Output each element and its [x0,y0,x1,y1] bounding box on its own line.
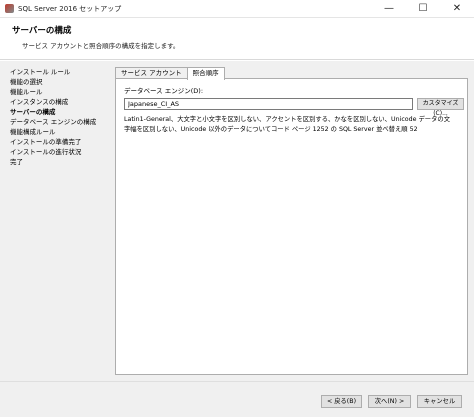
sidebar-item-feature-rules[interactable]: 機能ルール [0,87,108,97]
next-button[interactable]: 次へ(N) > [368,395,411,408]
sidebar-item-ready-to-install[interactable]: インストールの準備完了 [0,137,108,147]
window-title: SQL Server 2016 セットアップ [18,4,122,13]
sidebar-item-feature-selection[interactable]: 機能の選択 [0,77,108,87]
sidebar-item-complete[interactable]: 完了 [0,157,108,167]
minimize-button[interactable]: — [372,0,406,18]
collation-description-line: Latin1-General、大文字と小文字を区別しない、アクセントを区別する、… [124,116,450,123]
customize-button[interactable]: カスタマイズ(C)... [417,98,464,117]
cancel-button[interactable]: キャンセル [417,395,462,408]
db-engine-label: データベース エンジン(D): [124,87,204,95]
collation-field[interactable] [124,98,413,110]
maximize-button[interactable]: ☐ [406,0,440,18]
main-content: サービス アカウント 照合順序 データベース エンジン(D): カスタマイズ(C… [108,61,474,381]
page-title: サーバーの構成 [12,26,72,36]
collation-panel: データベース エンジン(D): カスタマイズ(C)... Latin1-Gene… [115,78,468,375]
sidebar-item-feature-config-rules[interactable]: 機能構成ルール [0,127,108,137]
tab-collation[interactable]: 照合順序 [186,67,225,80]
wizard-footer: < 戻る(B) 次へ(N) > キャンセル [0,381,474,417]
collation-description: Latin1-General、大文字と小文字を区別しない、アクセントを区別する、… [124,115,464,135]
sidebar-item-install-progress[interactable]: インストールの進行状況 [0,147,108,157]
collation-description-line: 字幅を区別しない、Unicode 以外のデータについてコード ページ 1252 … [124,126,418,133]
setup-steps-sidebar: インストール ルール 機能の選択 機能ルール インスタンスの構成 サーバーの構成… [0,61,108,381]
page-header: サーバーの構成 サービス アカウントと照合順序の構成を指定します。 [0,18,474,60]
sidebar-item-server-config[interactable]: サーバーの構成 [0,107,108,117]
sql-server-setup-icon [5,4,14,13]
sidebar-item-db-engine-config[interactable]: データベース エンジンの構成 [0,117,108,127]
back-button[interactable]: < 戻る(B) [321,395,362,408]
title-bar: SQL Server 2016 セットアップ — ☐ ✕ [0,0,474,18]
sidebar-item-install-rules[interactable]: インストール ルール [0,67,108,77]
sidebar-item-instance-config[interactable]: インスタンスの構成 [0,97,108,107]
page-description: サービス アカウントと照合順序の構成を指定します。 [22,42,180,50]
close-button[interactable]: ✕ [440,0,474,18]
